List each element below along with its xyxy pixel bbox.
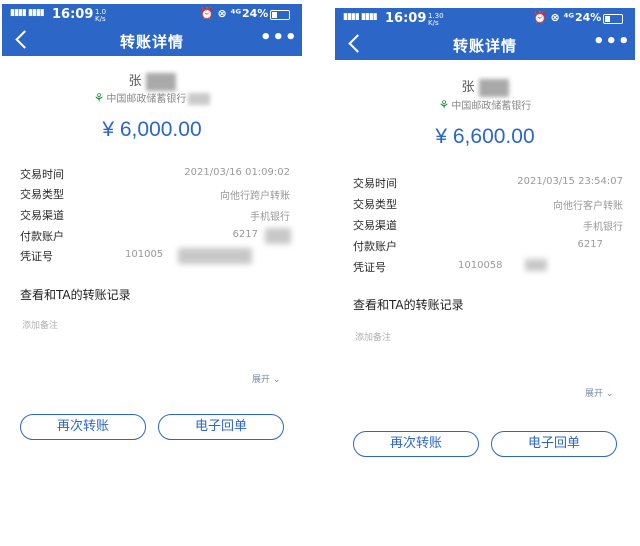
status-bar: ▮▮▮▮ ▮▮▮▮ 16:09 1.0 K/s ⏰ ⊗ ⁴ᴳ 24% [2, 4, 302, 24]
detail-label: 交易时间 [20, 168, 64, 181]
more-dots-icon[interactable]: ••• [593, 31, 631, 52]
expand-toggle[interactable]: 展开 ⌄ [252, 372, 280, 385]
detail-label: 交易渠道 [353, 219, 397, 232]
postal-bank-logo-icon: ⚘ [438, 98, 450, 112]
detail-row-account: 付款账户 6217 [20, 228, 291, 248]
status-bar: ▮▮▮▮ ▮▮▮▮ 16:09 1.30 K/s ⏰ ⊗ ⁴ᴳ 24% [335, 8, 635, 28]
redacted-voucher [525, 259, 547, 271]
detail-label: 凭证号 [20, 250, 53, 263]
payee-name: 张 [2, 70, 302, 91]
transfer-again-button[interactable]: 再次转账 [20, 414, 146, 440]
detail-label: 凭证号 [353, 261, 386, 274]
detail-row-voucher: 凭证号 101005 [20, 248, 290, 268]
detail-value: 向他行跨户转账 [220, 191, 290, 202]
postal-bank-logo-icon: ⚘ [93, 91, 105, 105]
phone-screen-right: ▮▮▮▮ ▮▮▮▮ 16:09 1.30 K/s ⏰ ⊗ ⁴ᴳ 24% 转账详情 … [335, 0, 635, 546]
detail-label: 交易类型 [20, 188, 64, 201]
remark-field[interactable]: 添加备注 [22, 318, 58, 331]
battery-level: 24% [575, 11, 602, 24]
detail-value: 6217 [232, 229, 258, 240]
signal-icon: ▮▮▮▮ ▮▮▮▮ [10, 8, 45, 18]
battery-level: 24% [242, 7, 269, 20]
page-title: 转账详情 [119, 33, 184, 51]
detail-label: 付款账户 [353, 240, 397, 253]
detail-value: 手机银行 [583, 222, 623, 233]
chevron-down-icon: ⌄ [272, 375, 281, 385]
e-receipt-button[interactable]: 电子回单 [158, 414, 284, 440]
bank-name: ⚘ 中国邮政储蓄银行 [2, 90, 302, 105]
status-icons: ⏰ ⊗ ⁴ᴳ [200, 7, 242, 20]
detail-label: 交易类型 [353, 198, 397, 211]
bank-name: ⚘ 中国邮政储蓄银行 [438, 98, 532, 112]
more-dots-icon[interactable]: ••• [260, 27, 298, 48]
detail-row-account: 付款账户 6217 [353, 238, 623, 258]
detail-label: 交易渠道 [20, 209, 64, 222]
detail-value: 手机银行 [250, 212, 290, 223]
page-title: 转账详情 [452, 37, 517, 55]
detail-row-time: 交易时间 2021/03/16 01:09:02 [20, 166, 290, 186]
battery-icon [603, 14, 623, 24]
detail-label: 交易时间 [353, 177, 397, 190]
status-time: 16:09 [385, 11, 427, 26]
redacted-name [145, 72, 176, 91]
redacted-name [478, 78, 509, 97]
detail-value: 6217 [577, 239, 603, 250]
detail-row-channel: 交易渠道 手机银行 [353, 217, 623, 237]
transfer-records-link[interactable]: 查看和TA的转账记录 [20, 286, 131, 303]
chevron-down-icon: ⌄ [605, 389, 614, 399]
expand-toggle[interactable]: 展开 ⌄ [585, 386, 613, 399]
remark-field[interactable]: 添加备注 [355, 330, 391, 343]
detail-row-channel: 交易渠道 手机银行 [20, 207, 290, 227]
status-time: 16:09 [52, 7, 94, 22]
network-speed: 1.30 K/s [428, 12, 444, 27]
detail-value: 向他行客户转账 [553, 201, 623, 212]
header-bar: 转账详情 ••• [2, 24, 302, 56]
detail-row-voucher: 凭证号 1010058 [353, 259, 623, 279]
redacted-account [265, 228, 291, 244]
detail-label: 付款账户 [20, 230, 64, 243]
detail-value: 2021/03/16 01:09:02 [184, 167, 290, 178]
detail-value: 101005 [125, 249, 164, 260]
header-bar: 转账详情 ••• [335, 28, 635, 60]
detail-row-time: 交易时间 2021/03/15 23:54:07 [353, 175, 623, 195]
payee-name: 张 [335, 76, 635, 97]
detail-row-type: 交易类型 向他行客户转账 [353, 196, 623, 216]
transfer-amount: ¥ 6,600.00 [435, 125, 535, 148]
detail-value: 1010058 [458, 260, 503, 271]
redacted-voucher [178, 248, 252, 264]
detail-value: 2021/03/15 23:54:07 [517, 176, 623, 187]
redacted-bank [188, 93, 211, 105]
transfer-amount: ¥ 6,000.00 [102, 118, 202, 141]
signal-icon: ▮▮▮▮ ▮▮▮▮ [343, 12, 378, 22]
battery-icon [270, 10, 290, 20]
transfer-records-link[interactable]: 查看和TA的转账记录 [353, 296, 464, 313]
network-speed: 1.0 K/s [95, 8, 107, 23]
status-icons: ⏰ ⊗ ⁴ᴳ [533, 11, 575, 24]
phone-screen-left: ▮▮▮▮ ▮▮▮▮ 16:09 1.0 K/s ⏰ ⊗ ⁴ᴳ 24% 转账详情 •… [2, 0, 302, 546]
e-receipt-button[interactable]: 电子回单 [491, 431, 617, 457]
detail-row-type: 交易类型 向他行跨户转账 [20, 186, 290, 206]
transfer-again-button[interactable]: 再次转账 [353, 431, 479, 457]
